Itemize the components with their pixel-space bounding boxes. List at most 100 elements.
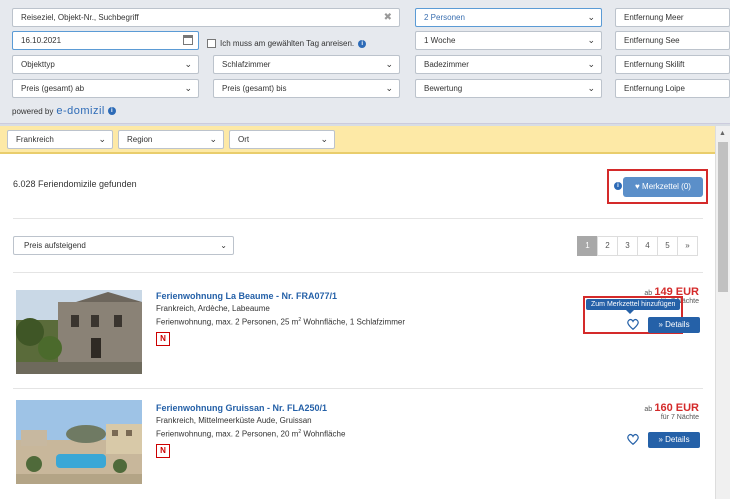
page-1[interactable]: 1 [577,236,598,256]
persons-value: 2 Personen [424,13,465,22]
details-button[interactable]: » Details [648,317,700,333]
destination-placeholder: Reiseziel, Objekt-Nr., Suchbegriff [21,13,139,22]
chevron-down-icon: ⌄ [385,83,393,93]
listing-photo[interactable] [16,290,142,374]
chevron-down-icon: ⌄ [98,134,106,144]
chevron-down-icon: ⌄ [184,83,192,93]
property-type-value: Objekttyp [21,60,55,69]
property-type-select[interactable]: Objekttyp ⌄ [12,55,199,74]
new-badge: N [156,444,170,458]
persons-select[interactable]: 2 Personen ⌄ [415,8,602,27]
price-amount: 160 EUR [654,402,699,414]
chevron-down-icon: ⌄ [320,134,328,144]
listing-description: Ferienwohnung, max. 2 Personen, 25 m2 Wo… [156,317,405,327]
distance-sea-value: Entfernung Meer [624,13,684,22]
edomizil-logo[interactable]: e-domizil [56,105,105,117]
info-icon[interactable]: i [614,182,622,190]
chevron-down-icon: ⌄ [587,35,595,45]
region-select[interactable]: Region ⌄ [118,130,224,149]
sort-value: Preis aufsteigend [24,241,86,250]
list-item: Ferienwohnung La Beaume - Nr. FRA077/1 F… [0,282,715,387]
favorite-tooltip: Zum Merkzettel hinzufügen [586,299,681,314]
distance-ski-select[interactable]: Entfernung Skilift [615,55,730,74]
divider [13,218,703,219]
results-area: 6.028 Feriendomizile gefunden i ♥ Merkze… [0,154,715,499]
place-select[interactable]: Ort ⌄ [229,130,335,149]
price-to-value: Preis (gesamt) bis [222,84,287,93]
sort-select[interactable]: Preis aufsteigend ⌄ [13,236,234,255]
scrollbar-thumb[interactable] [718,142,728,292]
price-to-select[interactable]: Preis (gesamt) bis ⌄ [213,79,400,98]
duration-value: 1 Woche [424,36,456,45]
heart-icon[interactable] [626,432,640,446]
chevron-down-icon: ⌄ [587,12,595,22]
search-panel: Reiseziel, Objekt-Nr., Suchbegriff ✖ 16.… [0,0,730,124]
listing-location: Frankreich, Ardèche, Labeaume [156,304,270,313]
listing-photo[interactable] [16,400,142,484]
listing-price: ab 160 EUR für 7 Nächte [644,402,699,421]
listing-title[interactable]: Ferienwohnung Gruissan - Nr. FLA250/1 [156,403,327,413]
distance-trail-value: Entfernung Loipe [624,84,685,93]
description-text: Ferienwohnung, max. 2 Personen, 25 m [156,317,299,327]
page-4[interactable]: 4 [637,236,658,256]
info-icon[interactable]: i [107,107,116,115]
bedrooms-select[interactable]: Schlafzimmer ⌄ [213,55,400,74]
chevron-down-icon: ⌄ [220,241,227,250]
duration-select[interactable]: 1 Woche ⌄ [415,31,602,50]
heart-icon: ♥ [635,182,640,191]
merkzettel-highlight: i ♥ Merkzettel (0) [607,169,708,204]
info-icon[interactable]: i [358,39,367,48]
arrival-checkbox[interactable] [207,39,216,48]
listing-description: Ferienwohnung, max. 2 Personen, 20 m2 Wo… [156,429,345,439]
list-item: Ferienwohnung Gruissan - Nr. FLA250/1 Fr… [0,394,715,499]
rating-value: Bewertung [424,84,463,93]
date-input[interactable]: 16.10.2021 [12,31,199,50]
arrival-checkbox-row[interactable]: Ich muss am gewählten Tag anreisen. i [207,39,367,48]
results-count: 6.028 Feriendomizile gefunden [13,179,137,189]
description-text: Wohnfläche, 1 Schlafzimmer [301,317,405,327]
place-value: Ort [238,135,250,144]
page-2[interactable]: 2 [597,236,618,256]
listing-location: Frankreich, Mittelmeerküste Aude, Gruiss… [156,416,312,425]
distance-sea-select[interactable]: Entfernung Meer [615,8,730,27]
description-text: Wohnfläche [301,429,346,439]
page-next[interactable]: » [677,236,698,256]
destination-input[interactable]: Reiseziel, Objekt-Nr., Suchbegriff ✖ [12,8,400,27]
calendar-icon[interactable] [183,35,193,45]
chevron-down-icon: ⌄ [587,83,595,93]
distance-lake-select[interactable]: Entfernung See [615,31,730,50]
bedrooms-value: Schlafzimmer [222,60,271,69]
chevron-down-icon: ⌄ [184,59,192,69]
date-value: 16.10.2021 [21,36,62,45]
heart-icon[interactable] [626,317,640,331]
merkzettel-button[interactable]: ♥ Merkzettel (0) [623,177,703,197]
chevron-down-icon: ⌄ [385,59,393,69]
price-from-select[interactable]: Preis (gesamt) ab ⌄ [12,79,199,98]
merkzettel-label: Merkzettel (0) [642,182,691,191]
arrival-checkbox-label: Ich muss am gewählten Tag anreisen. [220,39,355,48]
rating-select[interactable]: Bewertung ⌄ [415,79,602,98]
scrollbar[interactable]: ▲ [715,126,730,499]
chevron-down-icon: ⌄ [587,59,595,69]
listing-title[interactable]: Ferienwohnung La Beaume - Nr. FRA077/1 [156,291,337,301]
bathrooms-select[interactable]: Badezimmer ⌄ [415,55,602,74]
new-badge: N [156,332,170,346]
distance-lake-value: Entfernung See [624,36,680,45]
scroll-up-icon[interactable]: ▲ [719,130,726,137]
powered-by-label: powered by [12,106,54,116]
page-3[interactable]: 3 [617,236,638,256]
distance-trail-select[interactable]: Entfernung Loipe [615,79,730,98]
country-select[interactable]: Frankreich ⌄ [7,130,113,149]
country-value: Frankreich [16,135,54,144]
chevron-down-icon: ⌄ [209,134,217,144]
clear-icon[interactable]: ✖ [384,9,392,26]
divider [13,272,703,273]
bathrooms-value: Badezimmer [424,60,469,69]
region-value: Region [127,135,153,144]
details-button[interactable]: » Details [648,432,700,448]
page-5[interactable]: 5 [657,236,678,256]
powered-by: powered by e-domizil i [12,105,116,117]
description-text: Ferienwohnung, max. 2 Personen, 20 m [156,429,299,439]
distance-ski-value: Entfernung Skilift [624,60,685,69]
price-from-value: Preis (gesamt) ab [21,84,85,93]
